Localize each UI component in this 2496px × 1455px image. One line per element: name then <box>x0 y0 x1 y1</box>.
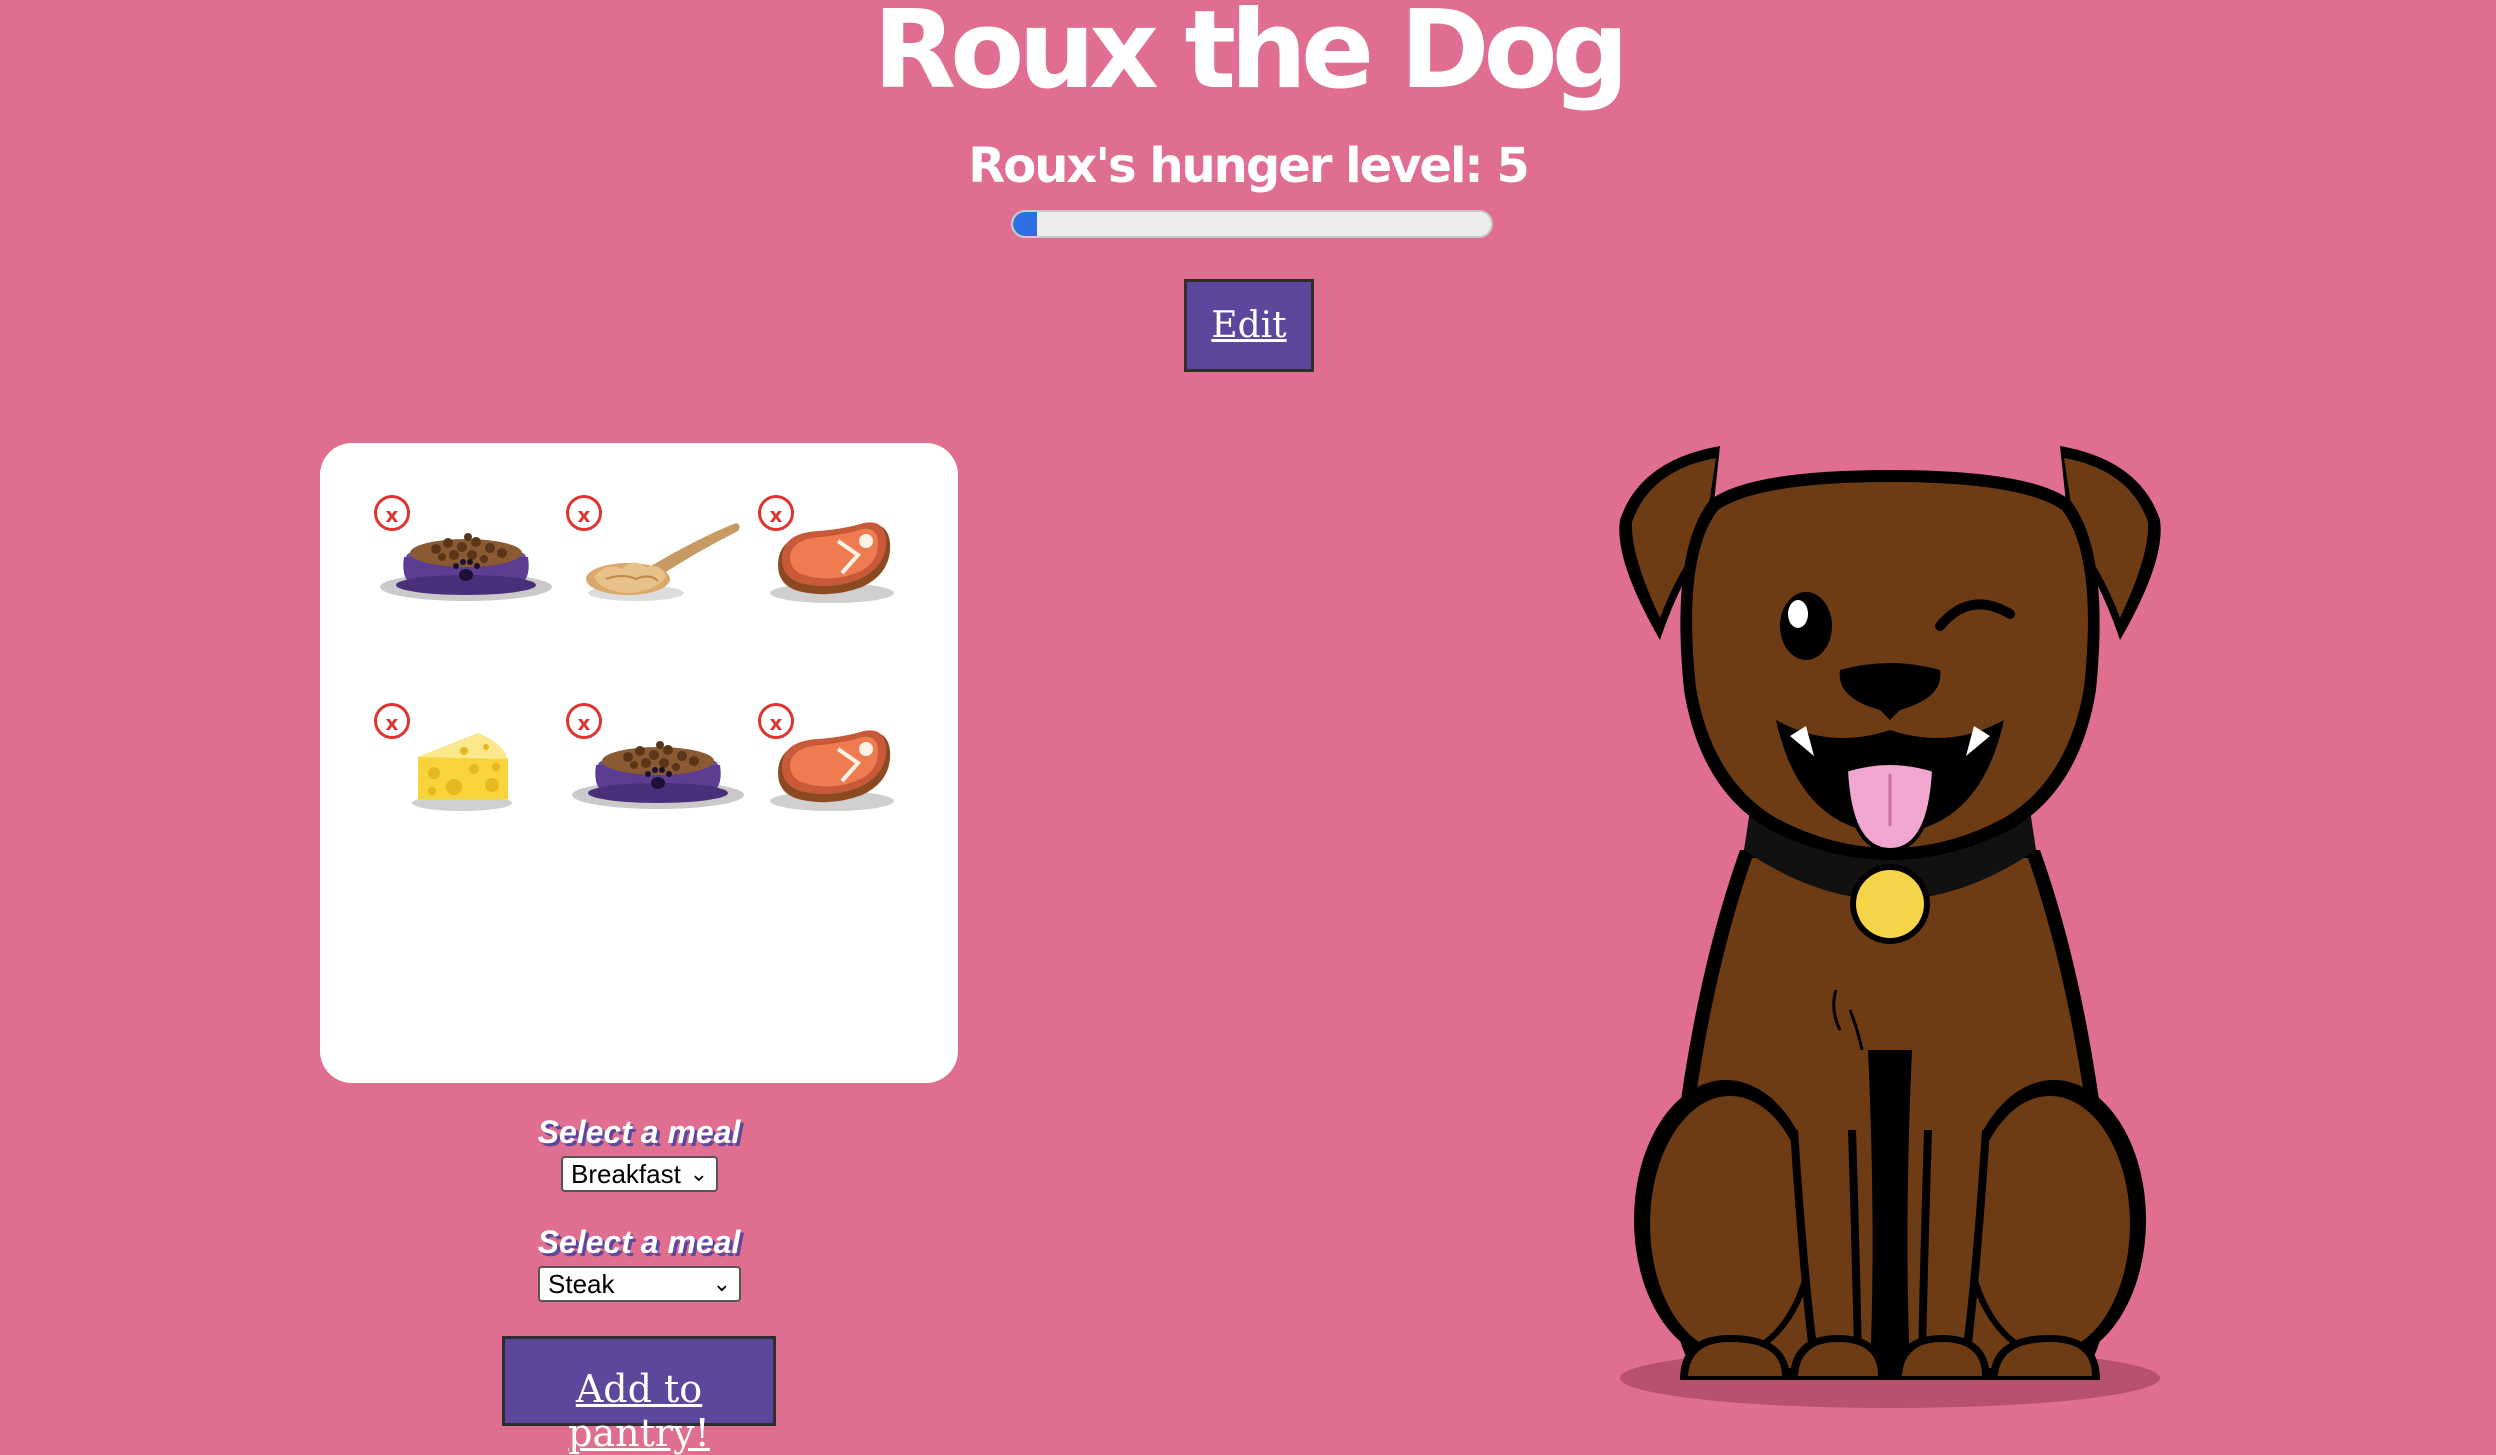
meal-type-value: Breakfast <box>571 1158 681 1189</box>
remove-item-button[interactable]: x <box>758 703 794 739</box>
remove-item-button[interactable]: x <box>374 703 410 739</box>
remove-item-button[interactable]: x <box>566 703 602 739</box>
pantry-item-peanut-butter[interactable]: x <box>566 495 746 615</box>
dog-illustration <box>1619 446 2161 1408</box>
edit-button[interactable]: Edit <box>1184 279 1314 372</box>
pantry-item-dog-food[interactable]: x <box>374 495 554 615</box>
chevron-down-icon: ⌄ <box>689 1161 708 1186</box>
food-select[interactable]: Steak ⌄ <box>538 1266 741 1302</box>
page-title: Roux the Dog <box>872 0 1629 113</box>
hunger-progress-bar <box>1011 210 1493 238</box>
pantry-item-dog-food[interactable]: x <box>566 703 746 823</box>
pantry-item-cheese[interactable]: x <box>374 703 554 823</box>
add-to-pantry-button[interactable]: Add to pantry! <box>502 1336 776 1455</box>
hunger-progress-fill <box>1013 212 1037 236</box>
remove-item-button[interactable]: x <box>566 495 602 531</box>
food-select-value: Steak <box>548 1268 615 1299</box>
chevron-down-icon: ⌄ <box>712 1271 731 1296</box>
meal-select-label: Select a meal <box>537 1224 741 1260</box>
pantry-item-steak[interactable]: x <box>758 703 938 823</box>
meal-select-label: Select a meal <box>537 1114 741 1150</box>
pantry-item-steak[interactable]: x <box>758 495 938 615</box>
remove-item-button[interactable]: x <box>374 495 410 531</box>
pantry-panel: x x x x x x <box>320 443 958 1083</box>
remove-item-button[interactable]: x <box>758 495 794 531</box>
hunger-level-text: Roux's hunger level: 5 <box>968 138 1529 194</box>
meal-type-select[interactable]: Breakfast ⌄ <box>561 1156 718 1192</box>
